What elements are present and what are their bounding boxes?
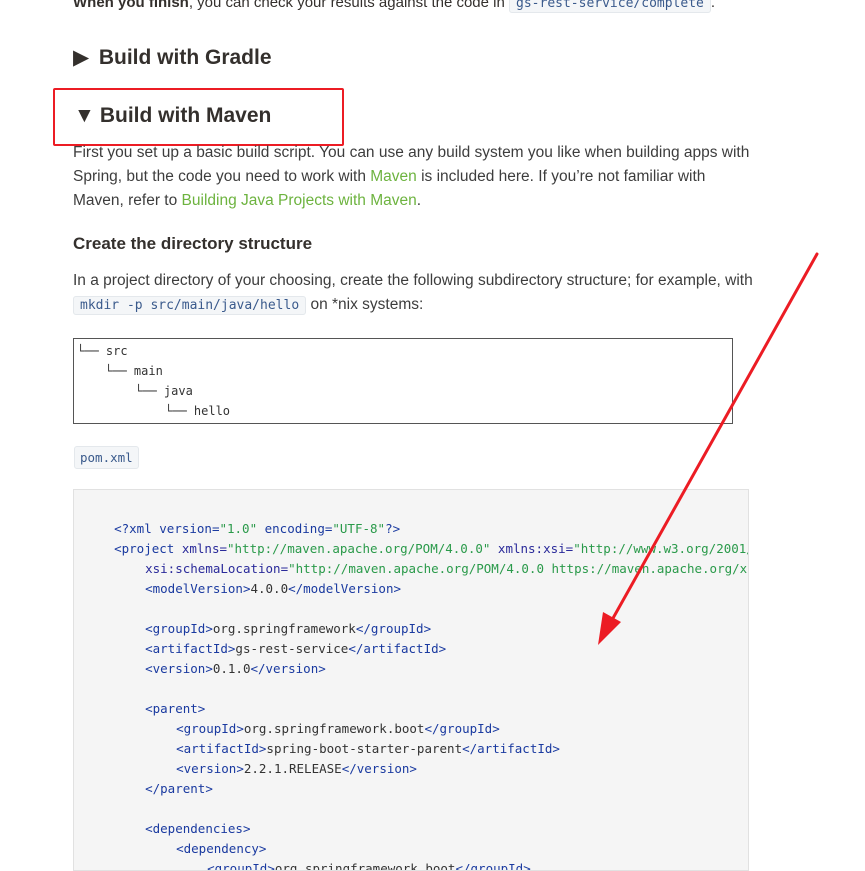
maven-link[interactable]: Maven (370, 168, 417, 185)
tree-java: └── java (135, 384, 193, 398)
tree-main: └── main (105, 364, 163, 378)
intro-text: , you can check your results against the… (188, 0, 505, 11)
code-line: <version>0.1.0</version> (145, 661, 326, 676)
code-line: <artifactId>spring-boot-starter-parent</… (176, 741, 560, 756)
intro-paragraph: First you set up a basic build script. Y… (73, 144, 750, 209)
intro-bold: When you finish (73, 0, 189, 11)
directory-tree: └── src └── main └── java └── hello (73, 338, 733, 424)
section-title: Build with Gradle (98, 46, 272, 69)
code-line: <parent> (145, 701, 206, 716)
code-line: <groupId>org.springframework.boot</group… (207, 861, 531, 871)
tree-src: └── src (77, 344, 128, 358)
building-java-projects-link[interactable]: Building Java Projects with Maven (182, 192, 417, 209)
highlight-box (53, 88, 344, 146)
mkdir-code: mkdir -p src/main/java/hello (73, 296, 307, 315)
code-block[interactable]: <?xml version="1.0" encoding="UTF-8"?> <… (73, 489, 749, 871)
code-line: <version>2.2.1.RELEASE</version> (176, 761, 417, 776)
code-line: <?xml version="1.0" encoding="UTF-8"?> (114, 521, 401, 536)
tree-hello: └── hello (165, 404, 231, 418)
code-line: <project xmlns="http://maven.apache.org/… (114, 541, 748, 556)
directory-paragraph: In a project directory of your choosing,… (73, 272, 753, 315)
code-line: <dependency> (176, 841, 267, 856)
code-line: <modelVersion>4.0.0</modelVersion> (145, 581, 401, 596)
file-name-tag: pom.xml (74, 446, 139, 469)
subheading: Create the directory structure (73, 234, 313, 253)
intro-line: When you finish, you can check your resu… (73, 0, 773, 14)
collapsed-triangle-icon: ▶ (73, 46, 90, 69)
code-line: <dependencies> (145, 821, 251, 836)
code-line: <groupId>org.springframework</groupId> (145, 621, 432, 636)
code-line: xsi:schemaLocation="http://maven.apache.… (145, 561, 748, 576)
section-build-with-gradle[interactable]: ▶ Build with Gradle (73, 45, 272, 70)
code-line: <groupId>org.springframework.boot</group… (176, 721, 500, 736)
intro-code: gs-rest-service/complete (509, 0, 711, 13)
code-line: <artifactId>gs-rest-service</artifactId> (145, 641, 447, 656)
code-line: </parent> (145, 781, 213, 796)
